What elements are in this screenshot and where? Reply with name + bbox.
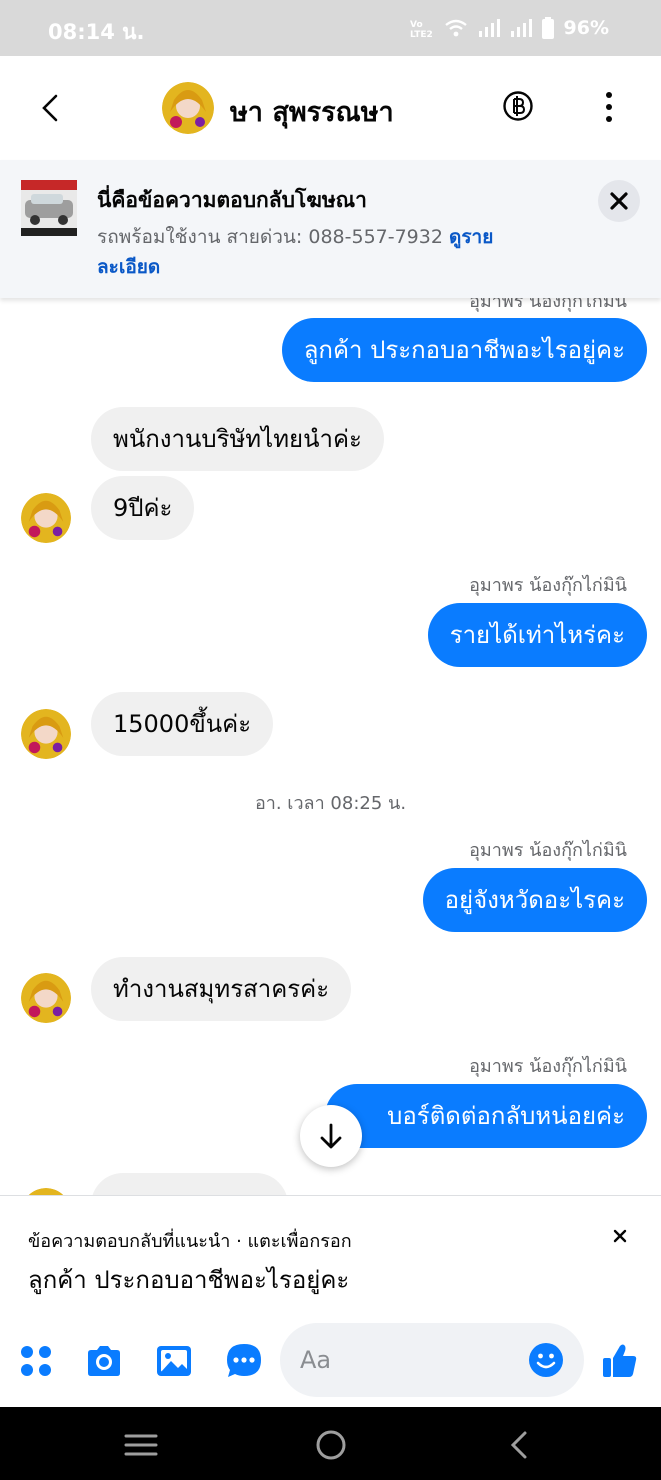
svg-text:LTE2: LTE2 bbox=[410, 30, 433, 38]
home-circle-icon bbox=[316, 1430, 346, 1460]
chat-bubble-icon bbox=[227, 1344, 261, 1377]
recent-apps-button[interactable] bbox=[121, 1425, 161, 1465]
suggested-reply-label: ข้อความตอบกลับที่แนะนำ · แตะเพื่อกรอก bbox=[28, 1231, 352, 1252]
payment-button[interactable] bbox=[502, 90, 534, 122]
home-button[interactable] bbox=[311, 1425, 351, 1465]
emoji-button[interactable] bbox=[528, 1342, 564, 1378]
more-options-button[interactable] bbox=[598, 90, 620, 124]
dismiss-suggestion-button[interactable] bbox=[606, 1222, 634, 1250]
status-bar: 08:14 น. Vo LTE2 96% bbox=[0, 0, 661, 56]
ad-details-link-part2[interactable]: ละเอียด bbox=[97, 256, 160, 278]
back-button[interactable] bbox=[30, 86, 70, 130]
suggested-reply-text[interactable]: ลูกค้า ประกอบอาชีพอะไรอยู่คะ bbox=[28, 1260, 349, 1299]
ad-banner-title: นี่คือข้อความตอบกลับโฆษณา bbox=[97, 188, 367, 212]
thumbs-up-icon bbox=[603, 1344, 637, 1377]
chevron-left-icon bbox=[510, 1431, 527, 1459]
arrow-down-icon bbox=[320, 1123, 342, 1149]
message-incoming[interactable]: ทำงานสมุทรสาครค่ะ bbox=[91, 957, 352, 1021]
message-outgoing[interactable]: อยู่จังหวัดอะไรคะ bbox=[422, 868, 647, 932]
message-outgoing[interactable]: ลูกค้า ประกอบอาชีพอะไรอยู่คะ bbox=[281, 318, 647, 382]
sender-name: อุมาพร น้องกุ๊กไก่มินิ bbox=[469, 840, 627, 861]
message-incoming[interactable]: พนักงานบริษัทไทยนำค่ะ bbox=[91, 407, 384, 471]
message-composer bbox=[0, 1315, 661, 1407]
close-banner-button[interactable] bbox=[598, 180, 640, 222]
ad-thumbnail[interactable] bbox=[21, 180, 77, 236]
suggested-reply-panel[interactable]: ข้อความตอบกลับที่แนะนำ · แตะเพื่อกรอก ลู… bbox=[0, 1195, 661, 1315]
ad-banner-text: รถพร้อมใช้งาน สายด่วน: 088-557-7932 bbox=[97, 226, 443, 248]
message-input-container[interactable] bbox=[280, 1323, 584, 1397]
more-actions-button[interactable] bbox=[16, 1341, 56, 1381]
emoji-icon bbox=[529, 1343, 563, 1377]
sender-avatar[interactable] bbox=[21, 493, 71, 543]
four-dots-icon bbox=[21, 1346, 51, 1376]
ad-details-link-part1[interactable]: ดูราย bbox=[449, 226, 493, 248]
message-timestamp: อา. เวลา 08:25 น. bbox=[254, 793, 407, 814]
image-icon bbox=[157, 1346, 191, 1376]
sender-avatar[interactable] bbox=[21, 709, 71, 759]
menu-lines-icon bbox=[124, 1434, 158, 1456]
wifi-icon bbox=[444, 19, 467, 37]
more-vertical-icon bbox=[606, 92, 612, 122]
sender-avatar[interactable] bbox=[21, 1188, 71, 1195]
signal-icon-2 bbox=[510, 19, 532, 37]
signal-icon bbox=[478, 19, 500, 37]
contact-name[interactable]: ษา สุพรรณษา bbox=[230, 90, 394, 133]
svg-text:Vo: Vo bbox=[410, 20, 423, 30]
battery-percent: 96% bbox=[563, 17, 609, 39]
sender-avatar[interactable] bbox=[21, 973, 71, 1023]
ad-banner-body: รถพร้อมใช้งาน สายด่วน: 088-557-7932 ดูรา… bbox=[97, 222, 537, 282]
message-input[interactable] bbox=[300, 1341, 520, 1379]
message-list[interactable]: อุมาพร น้องกุ๊กไก่มินิ ลูกค้า ประกอบอาชี… bbox=[0, 298, 661, 1195]
avatar[interactable] bbox=[162, 82, 214, 134]
chat-header: ษา สุพรรณษา bbox=[0, 56, 661, 160]
sender-name: อุมาพร น้องกุ๊กไก่มินิ bbox=[469, 298, 627, 312]
back-arrow-icon bbox=[42, 94, 58, 122]
gallery-button[interactable] bbox=[154, 1341, 194, 1381]
status-icons: Vo LTE2 96% bbox=[410, 16, 609, 40]
baht-icon bbox=[503, 91, 533, 121]
status-time: 08:14 น. bbox=[48, 20, 145, 44]
message-outgoing[interactable]: บอร์ติดต่อกลับหน่อยค่ะ bbox=[325, 1084, 647, 1148]
chat-extensions-button[interactable] bbox=[224, 1341, 264, 1381]
message-incoming[interactable]: 15000ขึ้นค่ะ bbox=[91, 692, 274, 756]
ad-reply-banner: นี่คือข้อความตอบกลับโฆษณา รถพร้อมใช้งาน … bbox=[0, 160, 661, 298]
message-incoming[interactable]: 0000000007 bbox=[91, 1173, 288, 1195]
sender-name: อุมาพร น้องกุ๊กไก่มินิ bbox=[469, 1056, 627, 1077]
close-icon bbox=[613, 1229, 627, 1243]
scroll-to-bottom-button[interactable] bbox=[300, 1105, 362, 1167]
sender-name: อุมาพร น้องกุ๊กไก่มินิ bbox=[469, 575, 627, 596]
volte-icon: VoLTE2 bbox=[410, 20, 433, 38]
like-button[interactable] bbox=[600, 1341, 640, 1381]
message-incoming[interactable]: 9ปีค่ะ bbox=[91, 476, 195, 540]
system-navigation-bar bbox=[0, 1407, 661, 1480]
battery-icon bbox=[541, 17, 554, 39]
system-back-button[interactable] bbox=[500, 1425, 540, 1465]
camera-button[interactable] bbox=[84, 1341, 124, 1381]
message-outgoing[interactable]: รายได้เท่าไหร่คะ bbox=[427, 603, 647, 667]
camera-icon bbox=[88, 1346, 120, 1376]
close-icon bbox=[610, 192, 628, 210]
